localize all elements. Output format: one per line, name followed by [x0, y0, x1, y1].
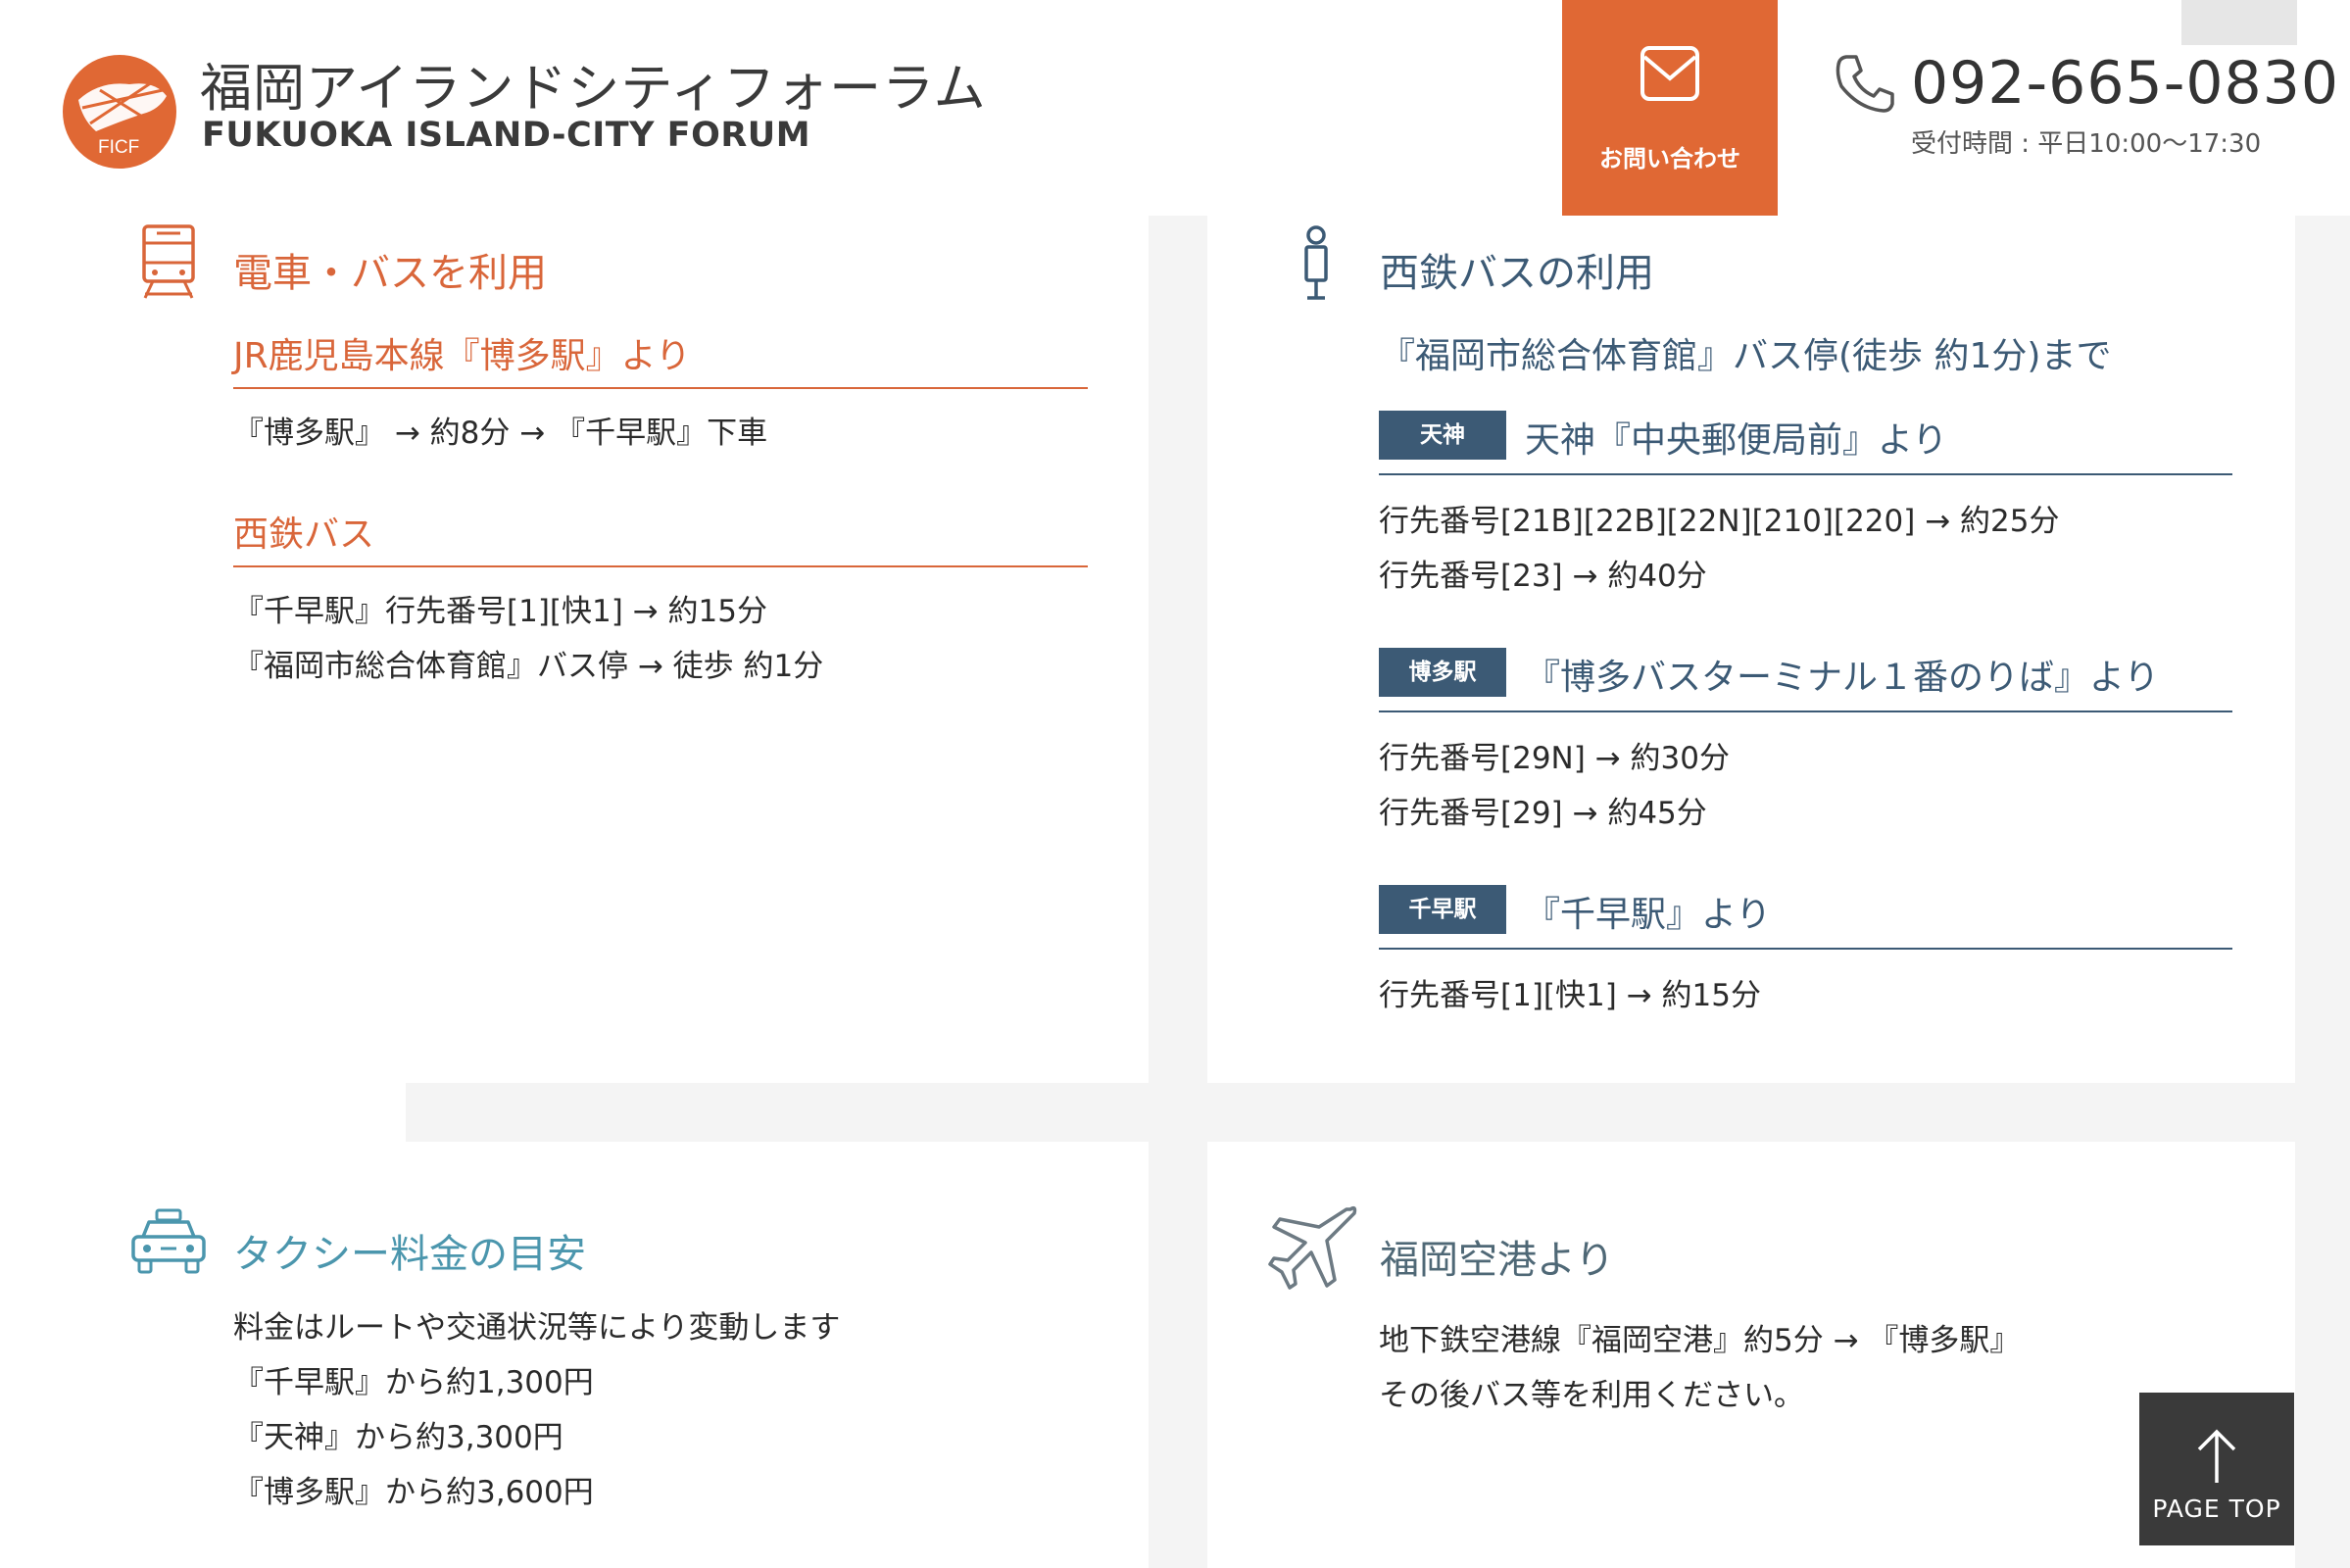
route-divider-chihaya [1379, 948, 2232, 950]
taxi-fare-chihaya: 『千早駅』から約1,300円 [233, 1365, 594, 1400]
route-tenjin-line-2: 行先番号[23] → 約40分 [1379, 559, 1707, 594]
nishitetsu-route-1: 『千早駅』行先番号[1][快1] → 約15分 [233, 594, 767, 629]
route-badge-tenjin: 天神 [1379, 411, 1506, 460]
taxi-fare-hakata: 『博多駅』から約3,600円 [233, 1475, 594, 1510]
header-tab[interactable] [2181, 0, 2297, 45]
jr-title: JR鹿児島本線『博多駅』より [233, 336, 691, 376]
airport-line-2: その後バス等を利用ください。 [1379, 1378, 1804, 1413]
airplane-icon [1268, 1205, 1357, 1290]
page-top-label: PAGE TOP [2152, 1494, 2281, 1523]
jr-divider [233, 387, 1088, 389]
mail-icon [1640, 46, 1699, 101]
jr-route: 『博多駅』 → 約8分 → 『千早駅』下車 [233, 416, 768, 451]
logo-mark-icon[interactable]: FICF [61, 51, 182, 169]
route-tenjin-line-1: 行先番号[21B][22B][22N][210][220] → 約25分 [1379, 504, 2060, 539]
logo-badge: FICF [98, 137, 139, 158]
taxi-fare-tenjin: 『天神』から約3,300円 [233, 1420, 563, 1455]
train-icon [142, 224, 195, 299]
page-top-button[interactable]: PAGE TOP [2139, 1393, 2294, 1545]
business-hours: 受付時間 : 平日10:00～17:30 [1911, 129, 2262, 159]
nishitetsu-title: 西鉄バスの利用 [1380, 251, 1654, 296]
route-divider-hakata [1379, 710, 2232, 712]
site-header: FICF 福岡アイランドシティフォーラム FUKUOKA ISLAND-CITY… [0, 0, 2350, 216]
route-chihaya-line-1: 行先番号[1][快1] → 約15分 [1379, 978, 1761, 1013]
site-name-en[interactable]: FUKUOKA ISLAND-CITY FORUM [202, 116, 810, 155]
route-title-tenjin: 天神『中央郵便局前』より [1525, 420, 1948, 461]
nishitetsu-divider [233, 565, 1088, 567]
route-badge-hakata: 博多駅 [1379, 648, 1506, 697]
taxi-icon [131, 1208, 206, 1274]
train-card-extension [0, 1078, 406, 1142]
route-badge-chihaya: 千早駅 [1379, 885, 1506, 934]
route-title-hakata: 『博多バスターミナル１番のりば』より [1525, 658, 2160, 698]
contact-label: お問い合わせ [1599, 145, 1740, 172]
taxi-note: 料金はルートや交通状況等により変動します [233, 1310, 841, 1346]
route-divider-tenjin [1379, 473, 2232, 475]
airport-title: 福岡空港より [1380, 1238, 1615, 1283]
contact-button[interactable]: お問い合わせ [1562, 0, 1778, 216]
bus-stop-icon [1304, 225, 1328, 300]
phone-icon [1836, 55, 1894, 113]
nishitetsu-route-2: 『福岡市総合体育館』バス停 → 徒歩 約1分 [233, 649, 824, 684]
site-name-ja[interactable]: 福岡アイランドシティフォーラム [200, 47, 987, 122]
nishitetsu-subtitle: 『福岡市総合体育館』バス停(徒歩 約1分)まで [1380, 336, 2112, 376]
train-bus-title: 電車・バスを利用 [233, 251, 547, 296]
route-title-chihaya: 『千早駅』より [1525, 895, 1772, 935]
taxi-title: タクシー料金の目安 [233, 1232, 586, 1277]
arrow-up-icon [2197, 1429, 2236, 1483]
nishitetsu-bus-title: 西鉄バス [233, 514, 375, 555]
route-hakata-line-1: 行先番号[29N] → 約30分 [1379, 741, 1730, 776]
route-hakata-line-2: 行先番号[29] → 約45分 [1379, 796, 1707, 831]
airport-line-1: 地下鉄空港線『福岡空港』約5分 → 『博多駅』 [1379, 1323, 2021, 1358]
phone-number[interactable]: 092-665-0830 [1911, 49, 2339, 118]
